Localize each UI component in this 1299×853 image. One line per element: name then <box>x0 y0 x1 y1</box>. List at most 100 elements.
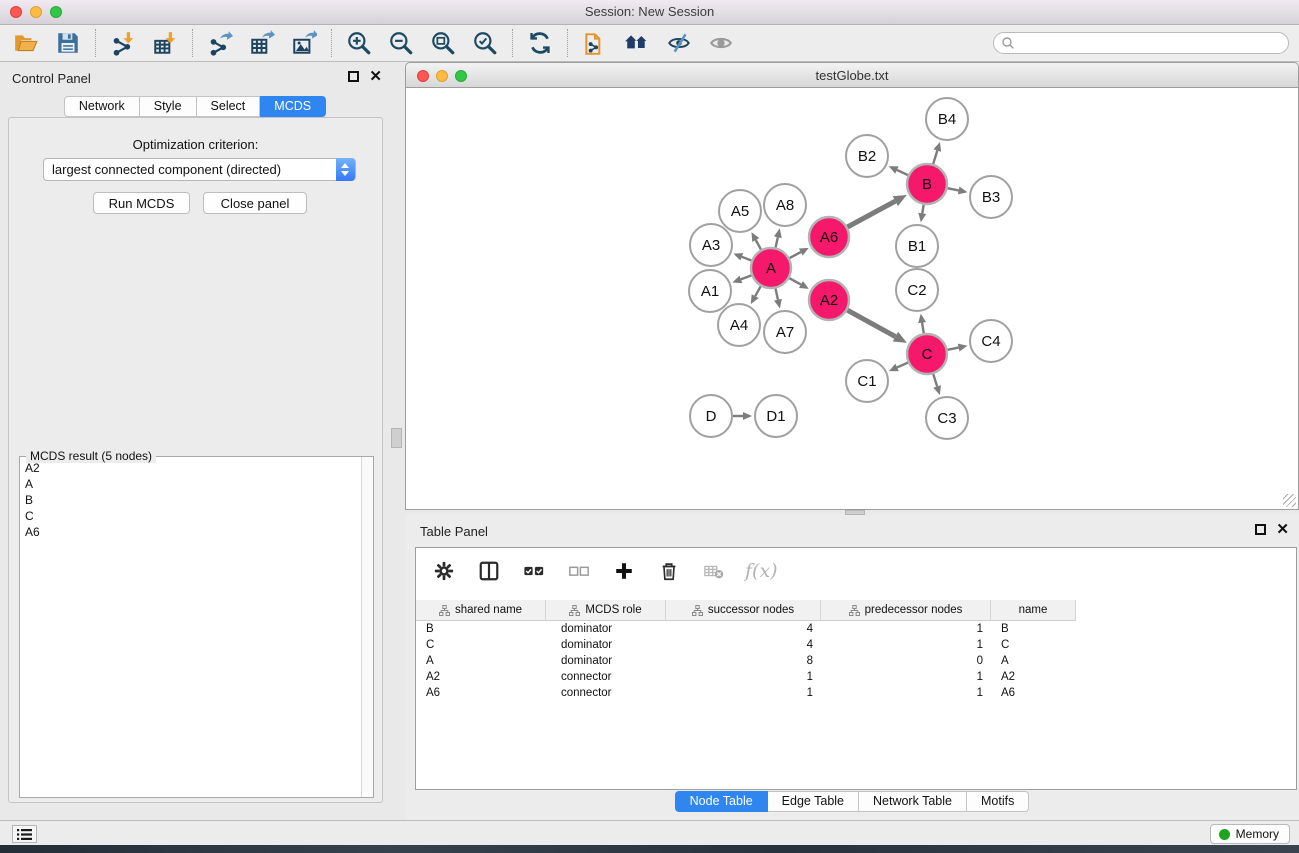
mcds-result-item[interactable]: A2 <box>21 460 360 476</box>
close-panel-button[interactable]: Close panel <box>203 192 307 214</box>
table-cell: 1 <box>821 685 991 701</box>
graph-edge-C-C2[interactable] <box>922 323 924 334</box>
graph-edge-A-A3[interactable] <box>742 257 752 261</box>
graph-edge-C-C1[interactable] <box>897 363 908 368</box>
graph-node-label: A7 <box>776 324 794 341</box>
vertical-splitter-handle[interactable] <box>391 428 402 448</box>
network-window-titlebar[interactable]: testGlobe.txt <box>405 62 1299 88</box>
table-toolbar: f(x) <box>416 548 1296 593</box>
table-row[interactable]: Cdominator41C <box>416 637 1076 653</box>
graph-edge-A-A7[interactable] <box>775 289 777 300</box>
optimization-criterion-dropdown[interactable]: largest connected component (directed) <box>43 158 356 181</box>
table-cell: A6 <box>991 685 1076 701</box>
open-session-icon[interactable] <box>12 29 40 57</box>
new-network-from-selection-icon[interactable] <box>581 29 609 57</box>
network-view-window: testGlobe.txt B4B2BB3A5A8A6B1A3AC2A1A2A4… <box>405 62 1299 510</box>
status-bar: Memory <box>0 820 1299 845</box>
import-table-icon[interactable] <box>151 29 179 57</box>
column-header-shared-name[interactable]: shared name <box>416 600 546 620</box>
window-title: Session: New Session <box>0 4 1299 19</box>
tab-network-table[interactable]: Network Table <box>859 791 967 812</box>
mcds-result-list: A2ABCA6 <box>21 460 360 796</box>
graph-edge-A-A5[interactable] <box>756 240 761 250</box>
hide-graphics-details-icon[interactable] <box>665 29 693 57</box>
table-row[interactable]: A6connector11A6 <box>416 685 1076 701</box>
export-image-icon[interactable] <box>290 29 318 57</box>
list-icon <box>17 828 32 841</box>
add-column-icon[interactable] <box>610 557 638 585</box>
graph-node-label: B1 <box>908 238 926 255</box>
column-header-successor-nodes[interactable]: successor nodes <box>666 600 821 620</box>
mcds-result-item[interactable]: C <box>21 508 360 524</box>
graph-edge-A-A8[interactable] <box>776 237 778 247</box>
table-settings-gear-icon[interactable] <box>430 557 458 585</box>
tab-select[interactable]: Select <box>197 96 261 117</box>
graph-edge-B-B1[interactable] <box>922 205 923 214</box>
graph-edge-A-A4[interactable] <box>755 286 761 296</box>
delete-column-icon[interactable] <box>655 557 683 585</box>
graph-node-label: A8 <box>776 197 794 214</box>
mcds-result-item[interactable]: B <box>21 492 360 508</box>
table-cell: B <box>416 621 546 637</box>
memory-button[interactable]: Memory <box>1210 824 1290 844</box>
show-graphics-details-icon[interactable] <box>707 29 735 57</box>
tab-network[interactable]: Network <box>64 96 140 117</box>
mcds-panel: Optimization criterion: largest connecte… <box>8 117 383 803</box>
close-panel-icon[interactable]: ✕ <box>369 71 382 82</box>
run-mcds-button[interactable]: Run MCDS <box>93 192 190 214</box>
deselect-all-icon[interactable] <box>565 557 593 585</box>
zoom-fit-icon[interactable] <box>429 29 457 57</box>
column-header-predecessor-nodes[interactable]: predecessor nodes <box>821 600 991 620</box>
float-panel-icon[interactable] <box>348 71 359 82</box>
search-input[interactable] <box>993 32 1289 54</box>
home-icon[interactable] <box>623 29 651 57</box>
tab-mcds[interactable]: MCDS <box>260 96 326 117</box>
network-window-title: testGlobe.txt <box>406 68 1298 83</box>
show-column-panel-icon[interactable] <box>475 557 503 585</box>
graph-node-label: B2 <box>858 148 876 165</box>
table-cell: dominator <box>546 637 666 653</box>
table-row[interactable]: A2connector11A2 <box>416 669 1076 685</box>
zoom-out-icon[interactable] <box>387 29 415 57</box>
graph-node-label: C4 <box>981 333 1000 350</box>
export-table-icon[interactable] <box>248 29 276 57</box>
mcds-result-item[interactable]: A6 <box>21 524 360 540</box>
save-session-icon[interactable] <box>54 29 82 57</box>
task-history-button[interactable] <box>12 825 37 843</box>
graph-arrowhead <box>774 228 782 238</box>
table-row[interactable]: Adominator80A <box>416 653 1076 669</box>
graph-edge-B-B3[interactable] <box>948 188 959 190</box>
zoom-selected-icon[interactable] <box>471 29 499 57</box>
graph-arrowhead <box>933 142 941 152</box>
refresh-view-icon[interactable] <box>526 29 554 57</box>
zoom-in-icon[interactable] <box>345 29 373 57</box>
result-scrollbar[interactable] <box>361 457 373 797</box>
tab-style[interactable]: Style <box>140 96 197 117</box>
network-canvas[interactable]: B4B2BB3A5A8A6B1A3AC2A1A2A4A7C4CC1C3DD1 <box>405 88 1299 510</box>
graph-edge-C-C4[interactable] <box>948 348 959 350</box>
tab-motifs[interactable]: Motifs <box>967 791 1029 812</box>
select-all-icon[interactable] <box>520 557 548 585</box>
graph-edge-A-A1[interactable] <box>741 275 751 279</box>
graph-edge-B-B4[interactable] <box>933 151 937 164</box>
table-row[interactable]: Bdominator41B <box>416 621 1076 637</box>
mcds-result-item[interactable]: A <box>21 476 360 492</box>
graph-edge-A-A6[interactable] <box>790 252 801 258</box>
graph-node-label: A5 <box>731 203 749 220</box>
table-body: Bdominator41BCdominator41CAdominator80AA… <box>416 621 1076 701</box>
tab-node-table[interactable]: Node Table <box>675 791 768 812</box>
network-graph: B4B2BB3A5A8A6B1A3AC2A1A2A4A7C4CC1C3DD1 <box>406 88 1298 508</box>
graph-edge-B-B2[interactable] <box>897 170 908 175</box>
close-table-panel-icon[interactable]: ✕ <box>1276 524 1289 535</box>
import-network-icon[interactable] <box>109 29 137 57</box>
graph-edge-C-C3[interactable] <box>933 374 937 386</box>
resize-grip-icon[interactable] <box>1283 494 1296 507</box>
column-header-mcds-role[interactable]: MCDS role <box>546 600 666 620</box>
float-table-panel-icon[interactable] <box>1255 524 1266 535</box>
tab-edge-table[interactable]: Edge Table <box>768 791 859 812</box>
graph-edge-A-A2[interactable] <box>789 278 801 284</box>
export-network-icon[interactable] <box>206 29 234 57</box>
graph-edge-A2-C[interactable] <box>847 310 895 336</box>
graph-edge-A6-B[interactable] <box>847 201 895 227</box>
column-header-name[interactable]: name <box>991 600 1076 620</box>
